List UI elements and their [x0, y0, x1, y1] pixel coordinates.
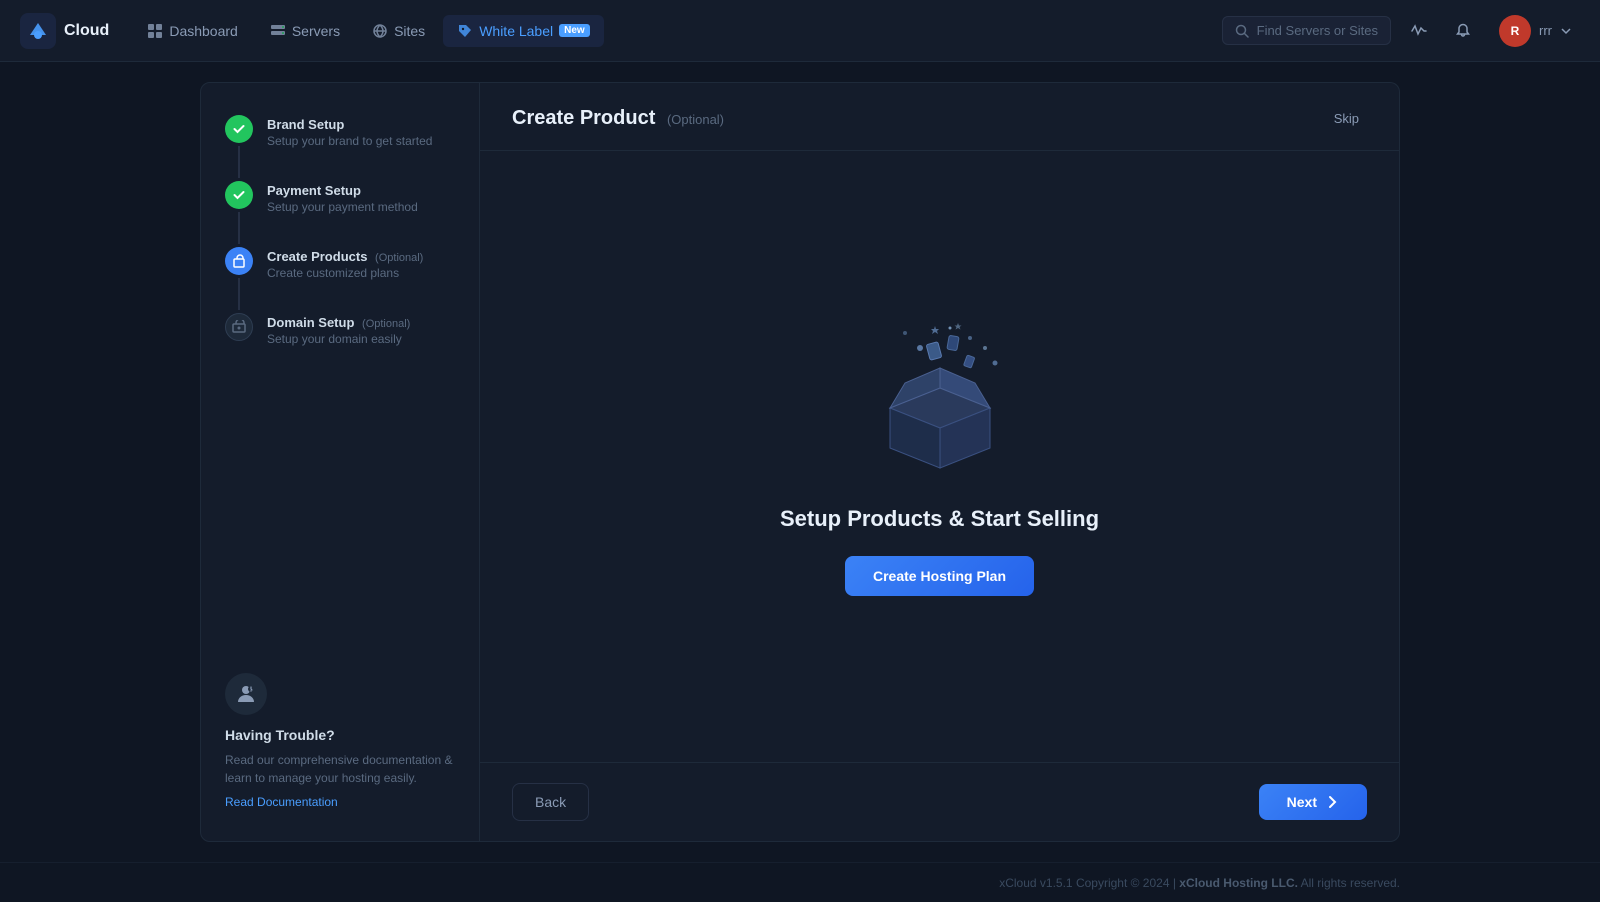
nav-dashboard[interactable]: Dashboard: [133, 15, 252, 47]
nav-servers[interactable]: Servers: [256, 15, 354, 47]
page-footer: xCloud v1.5.1 Copyright © 2024 | xCloud …: [0, 862, 1600, 902]
chevron-down-icon: [1560, 25, 1572, 37]
steps-list: Brand Setup Setup your brand to get star…: [225, 115, 455, 346]
skip-button[interactable]: Skip: [1326, 107, 1367, 130]
main-content: Brand Setup Setup your brand to get star…: [0, 62, 1600, 862]
step-circle-done-1: [225, 115, 253, 143]
step-subtitle-4: Setup your domain easily: [267, 332, 410, 346]
pulse-icon: [1411, 23, 1427, 39]
step-subtitle-3: Create customized plans: [267, 266, 423, 280]
help-section: Having Trouble? Read our comprehensive d…: [225, 673, 455, 809]
user-menu[interactable]: R rrr: [1491, 11, 1580, 51]
step-text-3: Create Products (Optional) Create custom…: [267, 247, 423, 280]
help-link[interactable]: Read Documentation: [225, 795, 455, 809]
footer-text: xCloud v1.5.1 Copyright © 2024 | xCloud …: [999, 876, 1400, 890]
sidebar-panel: Brand Setup Setup your brand to get star…: [200, 82, 480, 842]
products-icon: [232, 254, 246, 268]
step-connector-1: [225, 115, 253, 181]
step-domain-setup: Domain Setup (Optional) Setup your domai…: [225, 313, 455, 346]
content-header: Create Product (Optional) Skip: [480, 83, 1399, 151]
nav-items: Dashboard Servers Sites White Label New: [133, 15, 1213, 47]
content-panel: Create Product (Optional) Skip: [480, 82, 1400, 842]
domain-icon: [232, 320, 246, 334]
next-arrow-icon: [1325, 795, 1339, 809]
topbar: Cloud Dashboard Servers Sites White Labe…: [0, 0, 1600, 62]
nav-sites[interactable]: Sites: [358, 15, 439, 47]
step-title-3: Create Products (Optional): [267, 249, 423, 264]
step-subtitle-1: Setup your brand to get started: [267, 134, 432, 148]
step-circle-done-2: [225, 181, 253, 209]
notifications-btn[interactable]: [1447, 15, 1479, 47]
create-hosting-plan-button[interactable]: Create Hosting Plan: [845, 556, 1034, 596]
step-title-2: Payment Setup: [267, 183, 418, 198]
step-connector-2: [225, 181, 253, 247]
content-title: Create Product (Optional): [512, 107, 724, 130]
logo-text: Cloud: [64, 22, 109, 40]
step-text-4: Domain Setup (Optional) Setup your domai…: [267, 313, 410, 346]
pulse-icon-btn[interactable]: [1403, 15, 1435, 47]
step-connector-3: [225, 247, 253, 313]
step-create-products: Create Products (Optional) Create custom…: [225, 247, 455, 313]
setup-title: Setup Products & Start Selling: [780, 506, 1099, 532]
step-line-3: [238, 278, 240, 310]
content-body: Setup Products & Start Selling Create Ho…: [480, 151, 1399, 762]
next-button[interactable]: Next: [1259, 784, 1367, 820]
check-icon-2: [232, 188, 246, 202]
help-description: Read our comprehensive documentation & l…: [225, 751, 455, 787]
back-button[interactable]: Back: [512, 783, 589, 821]
person-help-icon: [234, 682, 258, 706]
step-line-1: [238, 146, 240, 178]
avatar: R: [1499, 15, 1531, 47]
step-circle-active: [225, 247, 253, 275]
help-title: Having Trouble?: [225, 727, 455, 743]
content-footer: Back Next: [480, 762, 1399, 841]
search-icon: [1235, 24, 1249, 38]
topbar-right: Find Servers or Sites R rrr: [1222, 11, 1580, 51]
new-badge: New: [559, 24, 590, 37]
optional-tag: (Optional): [667, 112, 724, 127]
step-payment-setup: Payment Setup Setup your payment method: [225, 181, 455, 247]
step-subtitle-2: Setup your payment method: [267, 200, 418, 214]
step-brand-setup: Brand Setup Setup your brand to get star…: [225, 115, 455, 181]
step-text-1: Brand Setup Setup your brand to get star…: [267, 115, 432, 148]
step-circle-pending: [225, 313, 253, 341]
search-box[interactable]: Find Servers or Sites: [1222, 16, 1391, 45]
username: rrr: [1539, 23, 1552, 38]
step-connector-4: [225, 313, 253, 341]
step-line-2: [238, 212, 240, 244]
help-avatar: [225, 673, 267, 715]
check-icon-1: [232, 122, 246, 136]
step-title-1: Brand Setup: [267, 117, 432, 132]
step-text-2: Payment Setup Setup your payment method: [267, 181, 418, 214]
box-illustration: [850, 318, 1030, 478]
bell-icon: [1455, 23, 1471, 39]
logo[interactable]: Cloud: [20, 13, 109, 49]
nav-white-label[interactable]: White Label New: [443, 15, 604, 47]
step-title-4: Domain Setup (Optional): [267, 315, 410, 330]
